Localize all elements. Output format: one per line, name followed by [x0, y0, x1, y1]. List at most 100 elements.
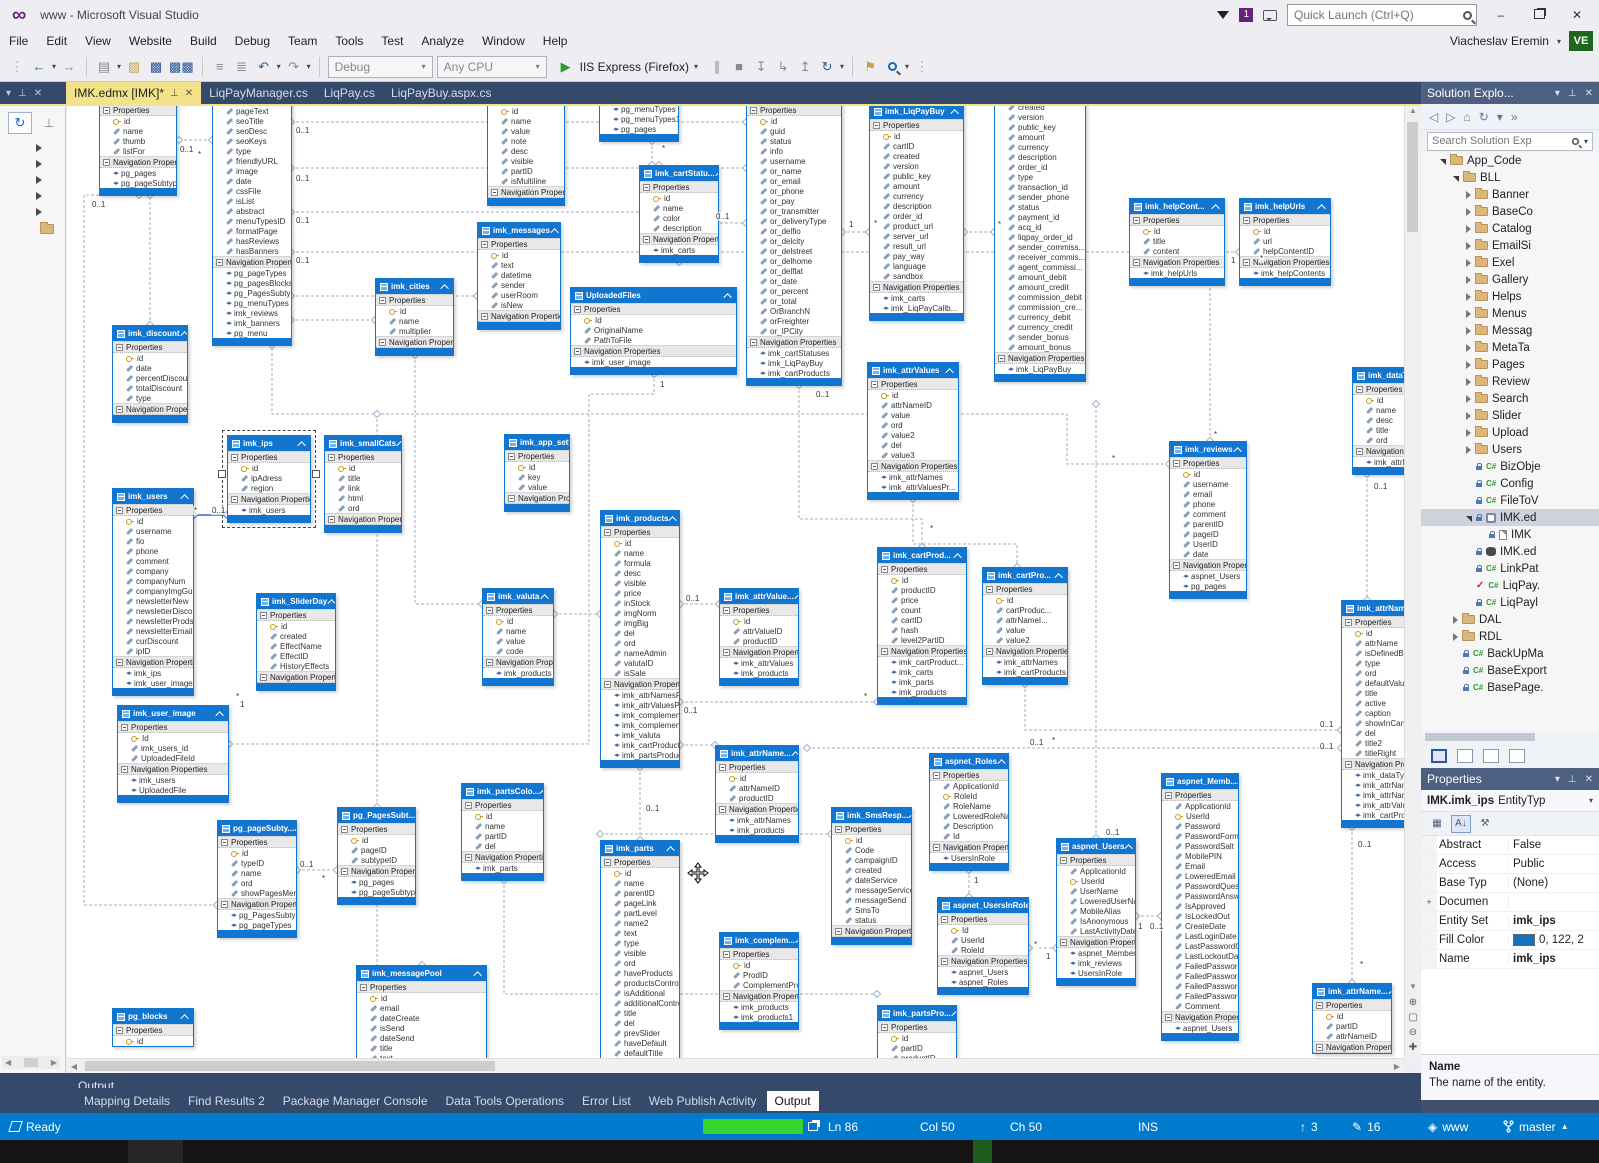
entity-property[interactable]: result_url — [870, 241, 963, 251]
entity-property[interactable]: id — [462, 811, 543, 821]
fill-color-swatch[interactable] — [1513, 934, 1535, 946]
entity-property[interactable]: IsLockedOut — [1162, 911, 1238, 921]
collapse-section-icon[interactable] — [260, 673, 267, 681]
collapse-chevron-icon[interactable] — [396, 440, 401, 450]
properties-section-header[interactable]: Properties — [1342, 616, 1404, 628]
entity-imk_SliderDay[interactable]: imk_SliderDay Properties id created EffectNa… — [256, 593, 336, 691]
entity-navigation-property[interactable]: ◂▸ UsersInRole — [1057, 968, 1135, 978]
entity-property[interactable]: imk_users_id — [118, 743, 228, 753]
navigation-section-header[interactable]: Navigation Properties — [1240, 256, 1330, 268]
collapse-chevron-icon[interactable] — [1387, 988, 1391, 998]
navigation-section-header[interactable]: Navigation Properties — [720, 990, 798, 1002]
entity-property[interactable]: totalDiscount — [113, 383, 187, 393]
new-file-dropdown-icon[interactable]: ▾ — [117, 62, 121, 71]
entity-title-bar[interactable]: aspnet_Users — [1057, 839, 1135, 854]
entity-property[interactable]: MobileAlias — [1057, 906, 1135, 916]
entity-property[interactable]: multiplier — [376, 326, 453, 336]
collapsed-arrow-icon[interactable] — [1466, 309, 1471, 318]
entity-navigation-property[interactable]: ◂▸ imk_carts — [878, 667, 966, 677]
entity-property[interactable]: id — [1130, 226, 1224, 236]
entity-property[interactable]: visible — [601, 578, 679, 588]
entity-title-bar[interactable]: imk_attrNames — [1342, 601, 1404, 616]
properties-section-header[interactable]: Properties — [640, 181, 718, 193]
entity-title-bar[interactable]: imk_SliderDay — [257, 594, 335, 609]
navigation-section-header[interactable]: Navigation Properties — [376, 336, 453, 348]
entity-property[interactable]: product_url — [870, 221, 963, 231]
collapse-section-icon[interactable] — [643, 235, 650, 243]
entity-property[interactable]: attrNameID — [716, 783, 798, 793]
dock-close-icon[interactable]: ✕ — [34, 88, 42, 99]
entity-untitled[interactable]: PropertiespageTextseoTitleseoDescseoKeys… — [212, 104, 292, 346]
entity-imk_attrValue...[interactable]: imk_attrValue... Properties id attrValueID p… — [719, 588, 799, 686]
entity-navigation-property[interactable]: ◂▸ imk_helpUrls — [1130, 268, 1224, 278]
entity-property[interactable]: id — [228, 463, 310, 473]
collapse-section-icon[interactable] — [231, 495, 238, 503]
selection-handle[interactable] — [312, 470, 320, 479]
entity-property[interactable]: id — [338, 835, 415, 845]
entity-title-bar[interactable]: imk_dataTypes — [1353, 368, 1404, 383]
collapse-section-icon[interactable] — [1316, 1001, 1323, 1009]
collapse-chevron-icon[interactable] — [666, 845, 675, 855]
window-dropdown-icon[interactable]: ▾ — [1555, 774, 1560, 785]
entity-property[interactable]: id — [257, 621, 335, 631]
entity-property[interactable]: color — [640, 213, 718, 223]
entity-property[interactable]: id — [113, 516, 193, 526]
entity-property[interactable]: region — [228, 483, 310, 493]
entity-property[interactable]: cartID — [870, 141, 963, 151]
entity-property[interactable]: price — [601, 588, 679, 598]
entity-property[interactable]: dateCreate — [357, 1013, 486, 1023]
start-debugging-button[interactable]: ▶ IIS Express (Firefox) ▾ — [551, 57, 704, 77]
entity-property[interactable]: date — [1170, 549, 1246, 559]
entity-title-bar[interactable]: aspnet_Roles — [930, 754, 1008, 769]
property-row-abstract[interactable]: Abstract False — [1421, 836, 1599, 855]
entity-navigation-property[interactable]: ◂▸ imk_banners — [213, 318, 291, 328]
entity-title-bar[interactable]: imk_attrName... — [1313, 984, 1391, 999]
vscroll-thumb[interactable] — [1407, 122, 1418, 232]
entity-property[interactable]: showInCart — [1342, 718, 1404, 728]
properties-section-header[interactable]: Properties — [571, 303, 736, 315]
collapse-chevron-icon[interactable] — [668, 515, 678, 525]
collapsed-arrow-icon[interactable] — [1466, 275, 1471, 284]
entity-property[interactable]: phone — [113, 546, 193, 556]
entity-property[interactable]: id — [488, 106, 564, 116]
properties-section-header[interactable]: Properties — [1130, 214, 1224, 226]
find-dropdown-icon[interactable]: ▾ — [905, 62, 909, 71]
menu-tools[interactable]: Tools — [326, 32, 372, 50]
sidebar-item-gallery[interactable]: Gallery — [1421, 271, 1599, 288]
properties-section-header[interactable]: Properties — [325, 451, 401, 463]
run-dropdown-icon[interactable]: ▾ — [694, 62, 698, 71]
collapse-section-icon[interactable] — [103, 106, 110, 114]
entity-title-bar[interactable]: imk_partsPro... — [878, 1006, 956, 1021]
collapse-chevron-icon[interactable] — [327, 598, 335, 608]
entity-property[interactable]: IsApproved — [1162, 901, 1238, 911]
navigation-section-header[interactable]: Navigation Properties — [878, 645, 966, 657]
entity-property[interactable]: EffectID — [257, 651, 335, 661]
collapse-section-icon[interactable] — [1243, 258, 1250, 266]
navigation-section-header[interactable]: Navigation Properties — [640, 233, 718, 245]
entity-title-bar[interactable]: pg_pageSubty... — [218, 821, 296, 836]
collapse-section-icon[interactable] — [116, 506, 123, 514]
sidebar-item-helps[interactable]: Helps — [1421, 288, 1599, 305]
collapse-section-icon[interactable] — [986, 647, 993, 655]
expanded-arrow-icon[interactable] — [1440, 158, 1446, 165]
entity-property[interactable]: image — [213, 166, 291, 176]
tab-close-icon[interactable]: ✕ — [185, 88, 193, 99]
entity-property[interactable]: server_url — [870, 231, 963, 241]
window-dropdown-icon[interactable]: ▾ — [1555, 88, 1560, 99]
sync-folder-icon[interactable]: ↻ — [1479, 110, 1489, 124]
entity-property[interactable]: UserId — [938, 935, 1028, 945]
entity-property[interactable]: isSale — [601, 668, 679, 678]
entity-property[interactable]: username — [747, 156, 841, 166]
properties-section-header[interactable]: Properties — [118, 721, 228, 733]
entity-navigation-property[interactable]: ◂▸imk_dataTypes — [1342, 770, 1404, 780]
entity-property[interactable]: description — [995, 152, 1085, 162]
entity-navigation-property[interactable]: ◂▸imk_attrNamesP... — [1342, 780, 1404, 790]
properties-section-header[interactable]: Properties — [601, 856, 679, 868]
restart-icon[interactable]: ↻ — [818, 57, 836, 77]
entity-property[interactable]: sender_bonus — [995, 332, 1085, 342]
selection-handle[interactable] — [218, 470, 226, 479]
entity-property[interactable]: curDiscount — [113, 636, 193, 646]
properties-section-header[interactable]: Properties — [938, 913, 1028, 925]
entity-property[interactable]: content — [1130, 246, 1224, 256]
collapse-section-icon[interactable] — [1345, 760, 1352, 768]
